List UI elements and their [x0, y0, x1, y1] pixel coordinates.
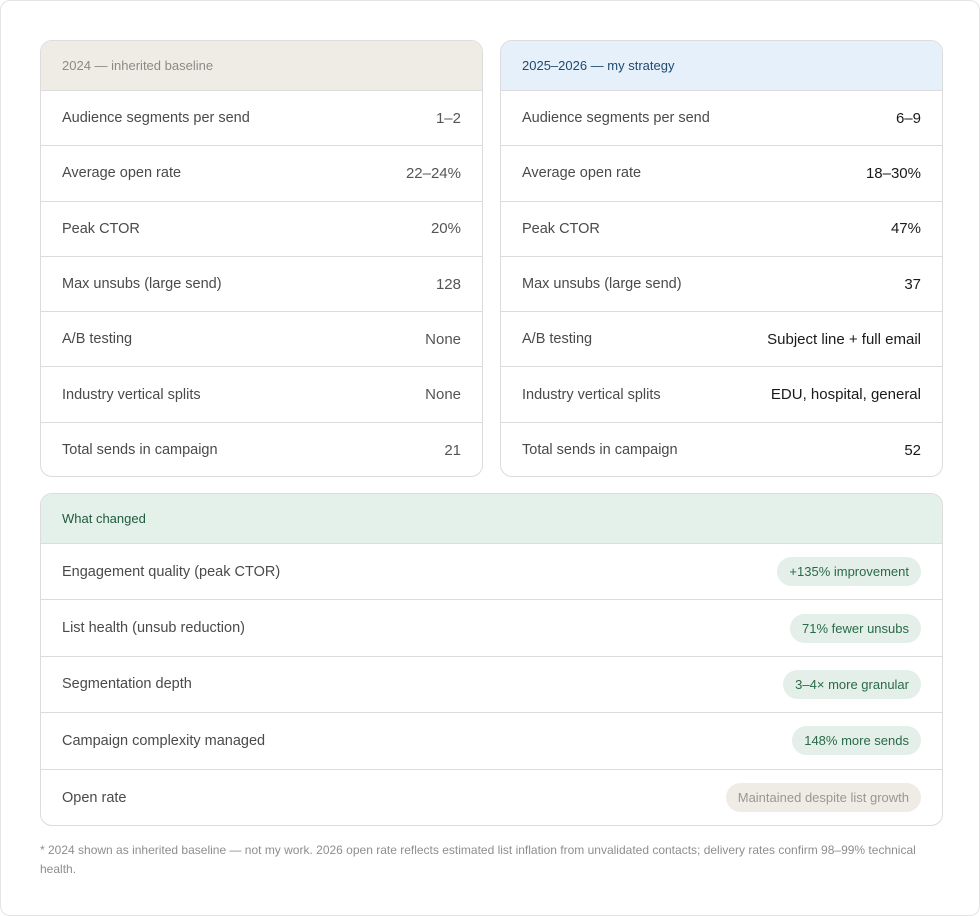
metric-value: None	[425, 330, 461, 348]
metric-label: Max unsubs (large send)	[62, 276, 222, 293]
baseline-card: 2024 — inherited baseline Audience segme…	[40, 40, 483, 477]
change-label: Segmentation depth	[62, 676, 192, 693]
metric-value: None	[425, 386, 461, 404]
metric-value: EDU, hospital, general	[770, 386, 921, 404]
improvement-badge: 71% fewer unsubs	[790, 613, 921, 643]
metric-value: 52	[904, 441, 921, 459]
change-label: Open rate	[62, 789, 127, 806]
metric-label: Total sends in campaign	[62, 442, 218, 459]
strategy-card: 2025–2026 — my strategy Audience segment…	[500, 40, 943, 477]
metric-value: 6–9	[895, 109, 921, 127]
metric-value: 21	[444, 441, 461, 459]
baseline-row: Audience segments per send 1–2	[41, 91, 482, 147]
baseline-row: Industry vertical splits None	[41, 367, 482, 423]
metric-value: 37	[904, 275, 921, 293]
metric-value: 128	[435, 275, 461, 293]
metric-label: A/B testing	[62, 331, 133, 348]
change-label: List health (unsub reduction)	[62, 620, 245, 637]
metric-label: Max unsubs (large send)	[522, 276, 682, 293]
metric-label: Total sends in campaign	[522, 442, 678, 459]
metric-value: Subject line + full email	[767, 330, 921, 348]
changes-card: What changed Engagement quality (peak CT…	[40, 493, 943, 826]
metric-value: 22–24%	[405, 164, 461, 182]
strategy-row: Audience segments per send 6–9	[501, 91, 942, 147]
strategy-row: A/B testing Subject line + full email	[501, 312, 942, 368]
change-row: Segmentation depth 3–4× more granular	[41, 657, 942, 714]
strategy-row: Max unsubs (large send) 37	[501, 257, 942, 313]
improvement-badge: 148% more sends	[792, 726, 921, 756]
baseline-row: Average open rate 22–24%	[41, 146, 482, 202]
metric-value: 1–2	[435, 109, 461, 127]
baseline-row: Max unsubs (large send) 128	[41, 257, 482, 313]
comparison-panel: 2024 — inherited baseline Audience segme…	[0, 0, 980, 916]
metric-label: Peak CTOR	[62, 220, 140, 237]
change-row: Engagement quality (peak CTOR) +135% imp…	[41, 544, 942, 601]
neutral-badge: Maintained despite list growth	[725, 783, 921, 813]
footnote: * 2024 shown as inherited baseline — not…	[40, 843, 916, 876]
strategy-row: Industry vertical splits EDU, hospital, …	[501, 367, 942, 423]
change-row: List health (unsub reduction) 71% fewer …	[41, 600, 942, 657]
change-row: Campaign complexity managed 148% more se…	[41, 713, 942, 770]
metric-label: Peak CTOR	[522, 220, 600, 237]
baseline-header: 2024 — inherited baseline	[41, 41, 482, 91]
improvement-badge: +135% improvement	[777, 557, 921, 587]
metric-label: Average open rate	[522, 165, 642, 182]
metric-label: Audience segments per send	[62, 110, 250, 127]
metric-value: 18–30%	[865, 164, 921, 182]
change-row: Open rate Maintained despite list growth	[41, 770, 942, 825]
strategy-row: Total sends in campaign 52	[501, 423, 942, 476]
changes-header: What changed	[41, 494, 942, 544]
metric-label: Average open rate	[62, 165, 182, 182]
metric-label: A/B testing	[522, 331, 593, 348]
metric-value: 47%	[890, 220, 921, 238]
baseline-row: Total sends in campaign 21	[41, 423, 482, 476]
baseline-row: Peak CTOR 20%	[41, 202, 482, 257]
strategy-row: Peak CTOR 47%	[501, 202, 942, 257]
metric-label: Audience segments per send	[522, 110, 710, 127]
improvement-badge: 3–4× more granular	[783, 669, 921, 699]
change-label: Engagement quality (peak CTOR)	[62, 563, 281, 580]
change-label: Campaign complexity managed	[62, 732, 266, 749]
strategy-header: 2025–2026 — my strategy	[501, 41, 942, 91]
metric-value: 20%	[430, 220, 461, 238]
baseline-row: A/B testing None	[41, 312, 482, 368]
metric-label: Industry vertical splits	[62, 386, 201, 403]
strategy-row: Average open rate 18–30%	[501, 146, 942, 202]
metric-label: Industry vertical splits	[522, 386, 661, 403]
